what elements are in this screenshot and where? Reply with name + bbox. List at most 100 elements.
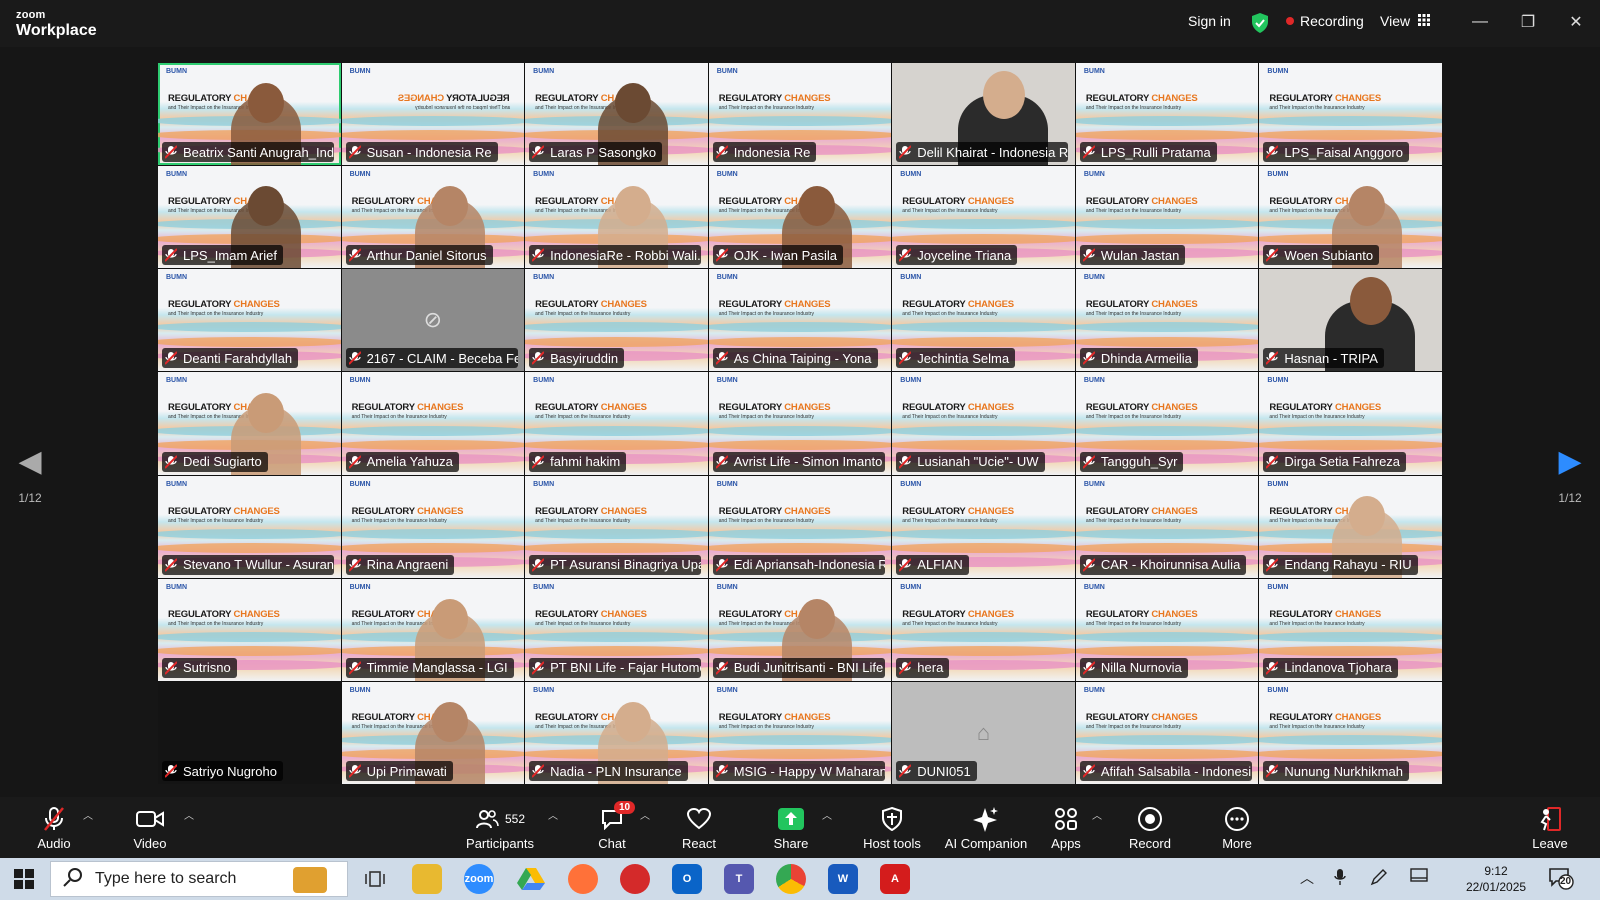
briefcase-icon[interactable] bbox=[293, 867, 327, 893]
share-button[interactable]: Share bbox=[767, 805, 815, 851]
participant-tile[interactable]: Satriyo Nugroho bbox=[158, 681, 341, 784]
host-tools-button[interactable]: Host tools bbox=[852, 805, 932, 851]
participant-tile[interactable]: BUMNREGULATORY CHANGESand Their Impact o… bbox=[708, 269, 892, 372]
participant-tile[interactable]: BUMNREGULATORY CHANGESand Their Impact o… bbox=[1075, 269, 1259, 372]
react-button[interactable]: React bbox=[675, 805, 723, 851]
participant-tile[interactable]: BUMNREGULATORY CHANGESand Their Impact o… bbox=[1259, 681, 1442, 784]
ai-companion-button[interactable]: AI Companion bbox=[936, 805, 1036, 851]
tray-chevron-up-icon[interactable]: ︿ bbox=[1300, 868, 1314, 888]
participant-tile[interactable]: BUMNREGULATORY CHANGESand Their Impact o… bbox=[1075, 681, 1259, 784]
chrome-icon[interactable] bbox=[776, 864, 806, 894]
participant-tile[interactable]: BUMNREGULATORY CHANGESand Their Impact o… bbox=[158, 166, 341, 269]
participant-tile[interactable]: BUMNREGULATORY CHANGESand Their Impact o… bbox=[708, 578, 892, 681]
mic-muted-icon bbox=[1266, 351, 1279, 366]
word-icon[interactable]: W bbox=[828, 864, 858, 894]
participant-tile[interactable]: BUMNREGULATORY CHANGESand Their Impact o… bbox=[341, 63, 525, 166]
tray-pen-icon[interactable] bbox=[1370, 868, 1388, 889]
participant-tile[interactable]: BUMNREGULATORY CHANGESand Their Impact o… bbox=[1075, 578, 1259, 681]
participant-tile[interactable]: BUMNREGULATORY CHANGESand Their Impact o… bbox=[708, 475, 892, 578]
participant-tile[interactable]: BUMNREGULATORY CHANGESand Their Impact o… bbox=[892, 372, 1075, 475]
acrobat-icon[interactable]: A bbox=[880, 864, 910, 894]
video-options-caret-icon[interactable]: ︿ bbox=[184, 807, 194, 822]
tray-display-icon[interactable] bbox=[1410, 868, 1428, 887]
participant-tile[interactable]: BUMNREGULATORY CHANGESand Their Impact o… bbox=[892, 475, 1075, 578]
participant-tile[interactable]: BUMNREGULATORY CHANGESand Their Impact o… bbox=[892, 578, 1075, 681]
slide-title: REGULATORY CHANGES bbox=[1269, 711, 1382, 723]
participant-tile[interactable]: ⌂ DUNI051 bbox=[892, 681, 1075, 784]
taskbar-search-box[interactable]: Type here to search bbox=[50, 861, 348, 897]
security-shield-icon[interactable] bbox=[1250, 12, 1270, 34]
zoom-app-icon[interactable]: zoom bbox=[464, 864, 494, 894]
windows-start-icon[interactable] bbox=[14, 869, 34, 894]
participant-tile[interactable]: BUMNREGULATORY CHANGESand Their Impact o… bbox=[158, 269, 341, 372]
participant-tile[interactable]: BUMNREGULATORY CHANGESand Their Impact o… bbox=[708, 372, 892, 475]
participant-tile[interactable]: BUMNREGULATORY CHANGESand Their Impact o… bbox=[158, 63, 341, 166]
participant-tile[interactable]: BUMNREGULATORY CHANGESand Their Impact o… bbox=[1259, 63, 1442, 166]
participant-tile[interactable]: BUMNREGULATORY CHANGESand Their Impact o… bbox=[341, 475, 525, 578]
next-page-button[interactable]: ▶ 1/12 bbox=[1540, 447, 1600, 506]
participant-tile[interactable]: BUMNREGULATORY CHANGESand Their Impact o… bbox=[708, 63, 892, 166]
participant-tile[interactable]: BUMNREGULATORY CHANGESand Their Impact o… bbox=[341, 372, 525, 475]
prev-page-button[interactable]: ◀ 1/12 bbox=[0, 447, 60, 506]
sign-in-link[interactable]: Sign in bbox=[1188, 13, 1231, 29]
participant-tile[interactable]: BUMNREGULATORY CHANGESand Their Impact o… bbox=[1259, 475, 1442, 578]
participant-tile[interactable]: BUMNREGULATORY CHANGESand Their Impact o… bbox=[1075, 475, 1259, 578]
task-view-icon[interactable] bbox=[360, 864, 390, 894]
leave-button[interactable]: Leave bbox=[1526, 805, 1574, 851]
teams-icon[interactable]: T bbox=[724, 864, 754, 894]
participant-tile[interactable]: BUMNREGULATORY CHANGESand Their Impact o… bbox=[892, 269, 1075, 372]
more-button[interactable]: More bbox=[1213, 805, 1261, 851]
participant-tile[interactable]: BUMNREGULATORY CHANGESand Their Impact o… bbox=[1075, 63, 1259, 166]
participants-button[interactable]: 552 Participants bbox=[460, 805, 540, 851]
participant-tile[interactable]: BUMNREGULATORY CHANGESand Their Impact o… bbox=[158, 578, 341, 681]
notification-icon[interactable]: 20 bbox=[1548, 866, 1574, 893]
participant-tile[interactable]: BUMNREGULATORY CHANGESand Their Impact o… bbox=[341, 578, 525, 681]
security-app-icon[interactable] bbox=[620, 864, 650, 894]
participants-caret-icon[interactable]: ︿ bbox=[548, 807, 558, 822]
close-icon[interactable]: ✕ bbox=[1566, 12, 1586, 32]
participant-tile[interactable]: BUMNREGULATORY CHANGESand Their Impact o… bbox=[525, 269, 708, 372]
slide-subtitle: and Their Impact on the Insurance Indust… bbox=[535, 620, 631, 627]
file-explorer-icon[interactable] bbox=[412, 864, 442, 894]
participant-tile[interactable]: BUMNREGULATORY CHANGESand Their Impact o… bbox=[525, 63, 708, 166]
view-button[interactable]: View bbox=[1380, 13, 1431, 29]
participant-tile[interactable]: Delil Khairat - Indonesia Re bbox=[892, 63, 1075, 166]
audio-button[interactable]: Audio bbox=[30, 805, 78, 851]
participant-tile[interactable]: BUMNREGULATORY CHANGESand Their Impact o… bbox=[341, 681, 525, 784]
participant-tile[interactable]: BUMNREGULATORY CHANGESand Their Impact o… bbox=[1259, 578, 1442, 681]
apps-button[interactable]: Apps bbox=[1044, 805, 1088, 851]
apps-caret-icon[interactable]: ︿ bbox=[1092, 807, 1102, 822]
participant-tile[interactable]: BUMNREGULATORY CHANGESand Their Impact o… bbox=[1259, 166, 1442, 269]
minimize-icon[interactable]: — bbox=[1470, 12, 1490, 32]
google-drive-icon[interactable] bbox=[516, 864, 546, 894]
restore-icon[interactable]: ❐ bbox=[1518, 12, 1538, 32]
participant-tile[interactable]: BUMNREGULATORY CHANGESand Their Impact o… bbox=[341, 166, 525, 269]
participant-tile[interactable]: BUMNREGULATORY CHANGESand Their Impact o… bbox=[525, 372, 708, 475]
chat-button[interactable]: 10 Chat bbox=[590, 801, 636, 851]
participant-tile[interactable]: BUMNREGULATORY CHANGESand Their Impact o… bbox=[525, 681, 708, 784]
share-caret-icon[interactable]: ︿ bbox=[822, 807, 832, 822]
participant-tile[interactable]: BUMNREGULATORY CHANGESand Their Impact o… bbox=[525, 166, 708, 269]
participant-tile[interactable]: BUMNREGULATORY CHANGESand Their Impact o… bbox=[525, 475, 708, 578]
participant-tile[interactable]: Hasnan - TRIPA bbox=[1259, 269, 1442, 372]
participant-tile[interactable]: BUMNREGULATORY CHANGESand Their Impact o… bbox=[708, 166, 892, 269]
tray-mic-icon[interactable] bbox=[1334, 868, 1346, 889]
participant-tile[interactable]: BUMNREGULATORY CHANGESand Their Impact o… bbox=[1075, 166, 1259, 269]
firefox-icon[interactable] bbox=[568, 864, 598, 894]
participant-tile[interactable]: BUMNREGULATORY CHANGESand Their Impact o… bbox=[525, 578, 708, 681]
audio-options-caret-icon[interactable]: ︿ bbox=[83, 807, 93, 822]
participant-tile[interactable]: BUMNREGULATORY CHANGESand Their Impact o… bbox=[892, 166, 1075, 269]
participant-tile[interactable]: ⊘ 2167 - CLAIM - Beceba Fe... bbox=[341, 269, 525, 372]
participant-tile[interactable]: BUMNREGULATORY CHANGESand Their Impact o… bbox=[708, 681, 892, 784]
video-button[interactable]: Video bbox=[126, 805, 174, 851]
record-button[interactable]: Record bbox=[1126, 805, 1174, 851]
participant-tile[interactable]: BUMNREGULATORY CHANGESand Their Impact o… bbox=[158, 475, 341, 578]
participant-tile[interactable]: BUMNREGULATORY CHANGESand Their Impact o… bbox=[158, 372, 341, 475]
system-clock[interactable]: 9:12 22/01/2025 bbox=[1466, 863, 1526, 895]
more-label: More bbox=[1222, 836, 1252, 851]
outlook-icon[interactable]: O bbox=[672, 864, 702, 894]
chat-caret-icon[interactable]: ︿ bbox=[640, 807, 650, 822]
participant-tile[interactable]: BUMNREGULATORY CHANGESand Their Impact o… bbox=[1259, 372, 1442, 475]
participant-tile[interactable]: BUMNREGULATORY CHANGESand Their Impact o… bbox=[1075, 372, 1259, 475]
recording-indicator[interactable]: Recording bbox=[1286, 13, 1364, 29]
